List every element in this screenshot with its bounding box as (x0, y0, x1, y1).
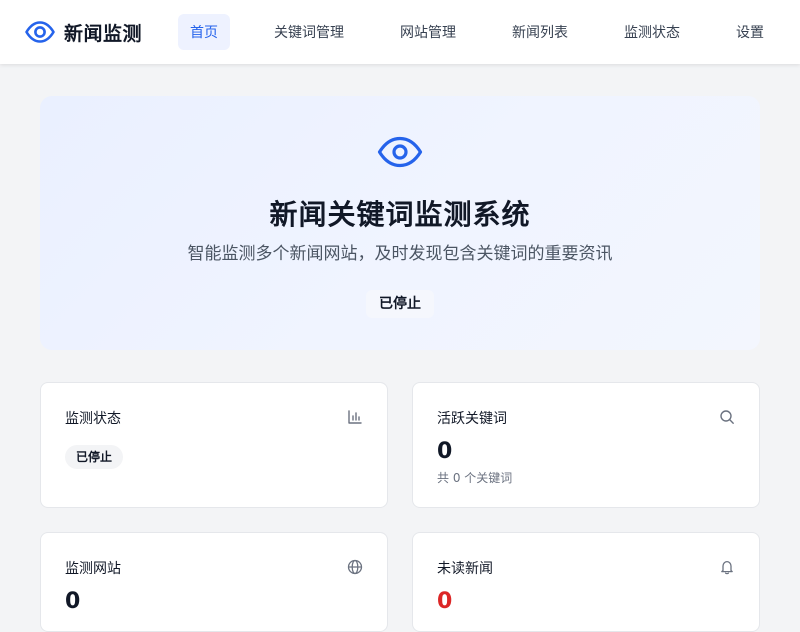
monitor-status-card: 监测状态 已停止 (40, 382, 388, 508)
eye-icon (377, 136, 423, 168)
bell-icon (721, 560, 733, 575)
card-title: 监测网站 (65, 561, 121, 577)
hero-banner: 新闻关键词监测系统 智能监测多个新闻网站，及时发现包含关键词的重要资讯 已停止 (40, 96, 760, 350)
page-subtitle: 智能监测多个新闻网站，及时发现包含关键词的重要资讯 (187, 244, 613, 264)
eye-icon (25, 21, 55, 43)
monitored-sites-card: 监测网站 0 (40, 532, 388, 632)
nav-item-monitor-status[interactable]: 监测状态 (612, 14, 692, 50)
nav-item-keyword-management[interactable]: 关键词管理 (262, 14, 356, 50)
card-title: 活跃关键词 (437, 411, 507, 427)
unread-news-count: 0 (437, 589, 453, 614)
monitored-sites-count: 0 (65, 589, 81, 614)
page-title: 新闻关键词监测系统 (269, 198, 531, 231)
nav-item-site-management[interactable]: 网站管理 (388, 14, 468, 50)
nav-item-home[interactable]: 首页 (178, 14, 230, 50)
app-title: 新闻监测 (64, 22, 143, 45)
unread-news-card: 未读新闻 0 (412, 532, 760, 632)
bar-chart-icon (348, 410, 362, 424)
nav-item-news-list[interactable]: 新闻列表 (500, 14, 580, 50)
search-icon (720, 410, 734, 424)
active-keywords-count: 0 (437, 439, 453, 464)
card-title: 监测状态 (65, 411, 121, 427)
total-keywords-text: 共 0 个关键词 (437, 471, 513, 485)
status-badge: 已停止 (65, 445, 124, 469)
status-badge: 已停止 (366, 290, 434, 318)
nav-item-settings[interactable]: 设置 (724, 14, 776, 50)
brand[interactable]: 新闻监测 (24, 16, 142, 48)
top-navigation-bar: 新闻监测 首页 关键词管理 网站管理 新闻列表 监测状态 设置 (0, 0, 800, 64)
card-title: 未读新闻 (437, 561, 493, 577)
active-keywords-card: 活跃关键词 0 共 0 个关键词 (412, 382, 760, 508)
globe-icon (347, 559, 363, 575)
